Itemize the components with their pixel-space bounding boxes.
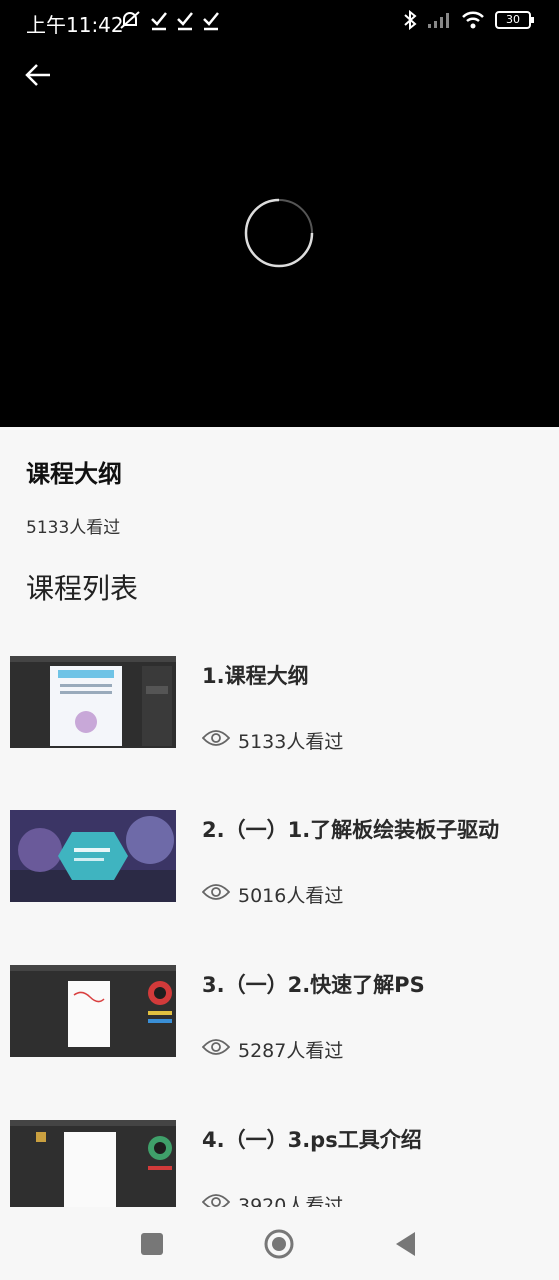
check-icon: [151, 12, 167, 31]
lesson-thumbnail: [10, 965, 176, 1057]
lesson-title: 1.课程大纲: [202, 664, 309, 688]
system-icons: 30: [403, 10, 534, 30]
home-circle-icon[interactable]: [264, 1229, 294, 1259]
course-content[interactable]: 课程大纲 5133人看过 课程列表 1.课程大纲 5133人看过 2.（一）1.…: [0, 427, 559, 1207]
wifi-icon: [462, 11, 484, 29]
bluetooth-icon: [404, 10, 417, 30]
eye-icon: [202, 884, 230, 900]
course-view-count: 5133人看过: [26, 518, 121, 538]
lesson-title: 2.（一）1.了解板绘装板子驱动: [202, 818, 500, 842]
loading-spinner-icon: [244, 198, 314, 268]
lesson-view-count: 5016人看过: [238, 885, 344, 907]
eye-icon: [202, 1039, 230, 1055]
lesson-thumbnail: [10, 656, 176, 748]
video-player[interactable]: [0, 40, 559, 427]
lesson-title: 4.（一）3.ps工具介绍: [202, 1128, 422, 1152]
signal-icon: [428, 13, 449, 28]
navigation-bar: [0, 1207, 559, 1280]
recents-square-icon[interactable]: [137, 1229, 167, 1259]
course-list-item[interactable]: 2.（一）1.了解板绘装板子驱动 5016人看过: [0, 810, 559, 940]
course-title: 课程大纲: [26, 460, 122, 488]
lesson-view-count: 5287人看过: [238, 1040, 344, 1062]
lesson-title: 3.（一）2.快速了解PS: [202, 973, 425, 997]
status-time: 上午11:42: [26, 13, 124, 37]
eye-icon: [202, 730, 230, 746]
eye-icon: [202, 1194, 230, 1207]
lesson-view-count: 5133人看过: [238, 731, 344, 753]
lesson-view-count: 3920人看过: [238, 1195, 344, 1207]
battery-icon: 30: [495, 11, 534, 29]
status-bar: 上午11:42 30: [0, 0, 559, 40]
mute-bell-icon: [120, 11, 140, 29]
check-icon: [177, 12, 193, 31]
course-list-item[interactable]: 1.课程大纲 5133人看过: [0, 656, 559, 786]
back-triangle-icon[interactable]: [391, 1229, 421, 1259]
lesson-thumbnail: [10, 810, 176, 902]
back-arrow-icon[interactable]: [22, 58, 56, 92]
lesson-thumbnail: [10, 1120, 176, 1207]
course-list-item[interactable]: 4.（一）3.ps工具介绍 3920人看过: [0, 1120, 559, 1207]
course-list-item[interactable]: 3.（一）2.快速了解PS 5287人看过: [0, 965, 559, 1095]
check-icon: [203, 12, 219, 31]
notification-icons: [118, 9, 220, 31]
course-list-heading: 课程列表: [26, 572, 139, 605]
